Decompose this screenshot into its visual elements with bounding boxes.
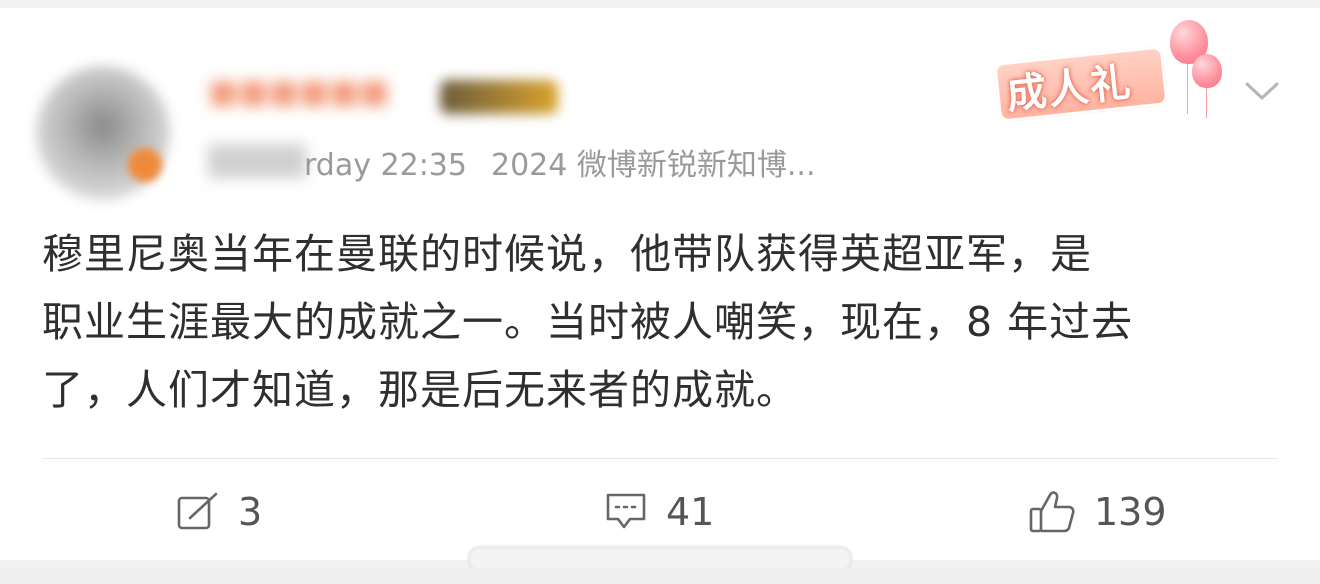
meta-line: rday 22:35 2024 微博新锐新知博... [304,140,815,184]
top-separator [0,0,1320,8]
balloon-string [1187,64,1188,114]
chevron-down-icon [1245,82,1279,100]
bottom-separator [0,568,1320,584]
coming-of-age-stamp: 成人礼 [992,20,1222,124]
post-body-line: 职业生涯最大的成就之一。当时被人嘲笑，现在，8 年过去 [42,298,1134,346]
weibo-post-card: ■■■■■■ rday 22:35 2024 微博新锐新知博... 成人礼 穆里尼… [0,8,1320,560]
post-time: rday 22:35 [304,148,467,183]
user-level-badge [440,80,558,114]
comment-button[interactable]: 41 [604,482,714,542]
balloon-string [1206,88,1207,118]
comment-icon [606,493,646,529]
repost-count: 3 [238,490,263,534]
comment-count: 41 [666,490,715,534]
divider [42,458,1278,459]
post-source: 2024 微博新锐新知博... [490,148,816,183]
post-body-line: 了，人们才知道，那是后无来者的成就。 [42,366,798,414]
like-count: 139 [1094,490,1167,534]
username-blurred[interactable]: ■■■■■■ [208,72,389,116]
repost-button[interactable]: 3 [176,482,262,542]
meta-time-blurred-prefix [208,144,306,178]
post-body-line: 穆里尼奥当年在曼联的时候说，他带队获得英超亚军，是 [42,230,1092,278]
repost-icon [177,492,218,530]
avatar-verified-badge [128,148,162,182]
balloon-icon [1192,54,1222,88]
like-button[interactable]: 139 [1028,482,1167,542]
more-dropdown-button[interactable] [1242,74,1282,108]
thumbs-up-icon [1029,491,1075,533]
post-body: 穆里尼奥当年在曼联的时候说，他带队获得英超亚军，是 职业生涯最大的成就之一。当时… [42,220,1282,424]
